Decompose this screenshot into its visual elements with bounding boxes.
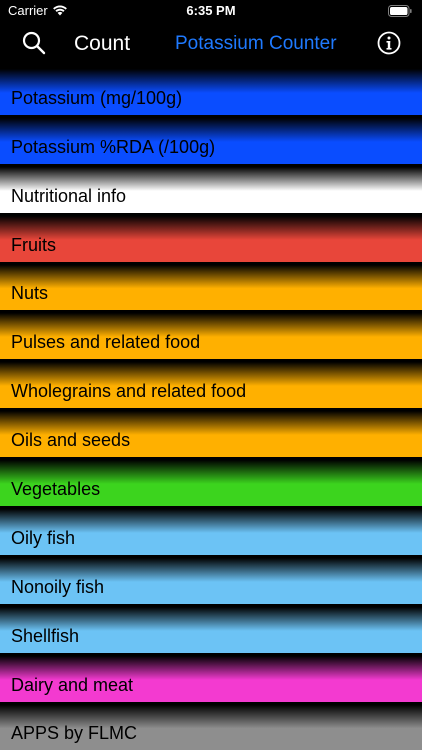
list-item-label: Potassium (mg/100g) — [11, 87, 183, 108]
list-item[interactable]: Pulses and related food — [0, 310, 422, 360]
list-item-label: Dairy and meat — [11, 674, 134, 695]
list-item[interactable]: Nuts — [0, 261, 422, 311]
list-item-label: Shellfish — [11, 625, 80, 646]
list-item[interactable]: Oils and seeds — [0, 408, 422, 458]
list-item[interactable]: Wholegrains and related food — [0, 359, 422, 409]
list-item[interactable]: Shellfish — [0, 603, 422, 653]
navigation-bar: Count Potassium Counter — [0, 22, 422, 66]
list-item-label: Nonoily fish — [11, 576, 105, 597]
list-item-label: Vegetables — [11, 479, 101, 500]
list-item-label: Potassium %RDA (/100g) — [11, 136, 216, 157]
list-item-label: Nutritional info — [11, 185, 127, 206]
list-item[interactable]: Potassium (mg/100g) — [0, 66, 422, 115]
list-item[interactable]: Nonoily fish — [0, 554, 422, 604]
info-icon[interactable] — [377, 31, 401, 55]
search-icon[interactable] — [22, 31, 46, 55]
list-item[interactable]: Nutritional info — [0, 163, 422, 213]
status-bar: Carrier 6:35 PM — [0, 0, 422, 22]
list-item[interactable]: Potassium %RDA (/100g) — [0, 114, 422, 164]
battery-icon — [388, 5, 412, 17]
list-item[interactable]: Vegetables — [0, 457, 422, 507]
list-item-label: Oily fish — [11, 527, 76, 548]
list-item-label: Fruits — [11, 234, 56, 255]
status-time: 6:35 PM — [186, 3, 236, 18]
list-item[interactable]: Fruits — [0, 212, 422, 262]
list-item-label: Oils and seeds — [11, 430, 131, 451]
list-item[interactable]: APPS by FLMC — [0, 701, 422, 750]
list-item-label: Pulses and related food — [11, 332, 201, 353]
category-list: Potassium (mg/100g) Potassium %RDA (/100g… — [0, 66, 422, 750]
count-button[interactable]: Count — [74, 32, 130, 56]
list-item-label: Wholegrains and related food — [11, 381, 247, 402]
potassium-counter-tab[interactable]: Potassium Counter — [175, 33, 337, 55]
list-item-label: Nuts — [11, 283, 49, 304]
list-item[interactable]: Oily fish — [0, 506, 422, 555]
list-item[interactable]: Dairy and meat — [0, 652, 422, 702]
list-item-label: APPS by FLMC — [11, 723, 138, 744]
